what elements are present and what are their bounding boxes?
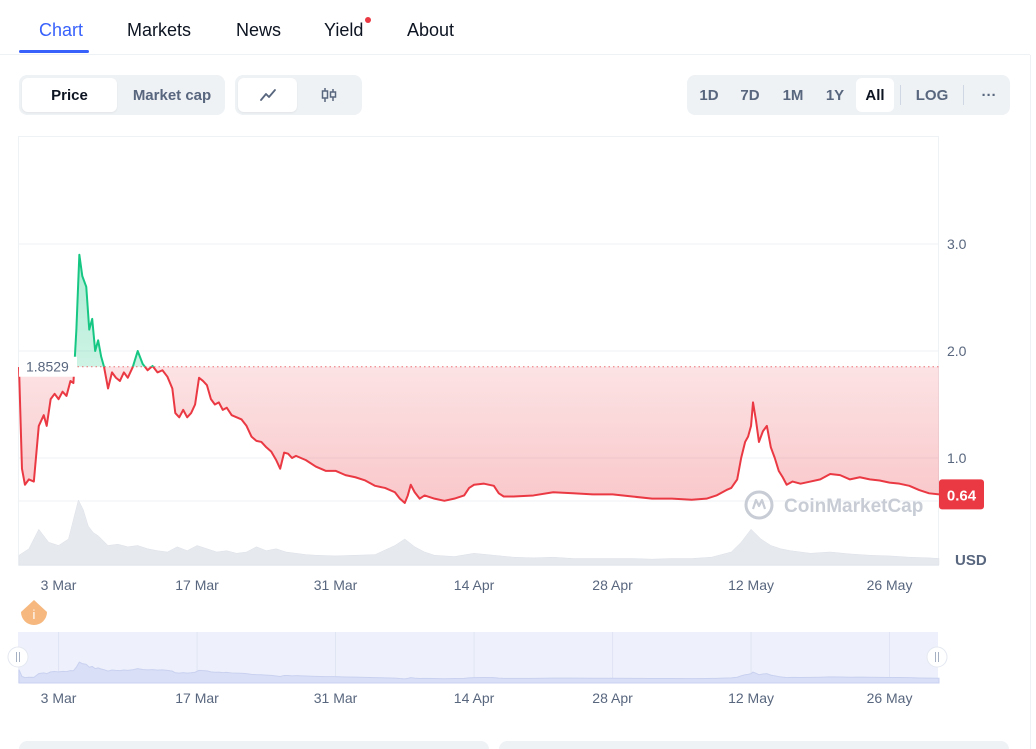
navigator-x-tick-label: 3 Mar (41, 690, 77, 706)
more-options-button[interactable]: ··· (970, 78, 1008, 112)
y-tick-label: 2.0 (947, 343, 967, 359)
x-tick-label: 14 Apr (454, 577, 495, 593)
range-1d-button[interactable]: 1D (689, 78, 729, 112)
x-tick-label: 3 Mar (41, 577, 77, 593)
navigator-x-tick-label: 12 May (728, 690, 774, 706)
notification-dot (365, 17, 372, 23)
x-tick-label: 31 Mar (314, 577, 358, 593)
price-chart: CoinMarketCap 3.0 2.0 1.0 USD 1.8529 0.64 … (0, 130, 1036, 710)
candlestick-button[interactable] (299, 78, 359, 112)
left-handle-knob[interactable] (7, 646, 29, 668)
navigator-x-axis: 3 Mar 17 Mar 31 Mar 14 Apr 28 Apr 12 May 26 Ma… (41, 690, 913, 706)
navigator-x-tick-label: 28 Apr (592, 690, 633, 706)
navigator-x-tick-label: 17 Mar (175, 690, 219, 706)
right-handle-knob[interactable] (926, 646, 948, 668)
range-selector: 1D 7D 1M 1Y All LOG ··· (687, 75, 1010, 115)
chart-canvas: CoinMarketCap 3.02.01.0 USD 1.8529 0.64 … (7, 136, 987, 706)
range-all-button[interactable]: All (856, 78, 894, 112)
y-axis: 3.0 2.0 1.0 (947, 236, 967, 466)
navigator-right-handle[interactable] (926, 646, 948, 668)
line-chart-button[interactable] (238, 78, 297, 112)
bottom-card-left (19, 741, 489, 749)
navigator-x-tick-label: 31 Mar (314, 690, 358, 706)
market-cap-button[interactable]: Market cap (122, 78, 222, 112)
reference-price-text: 1.8529 (26, 359, 69, 375)
range-1y-button[interactable]: 1Y (815, 78, 855, 112)
tab-markets[interactable]: Markets (127, 20, 191, 41)
currency-label: USD (955, 552, 987, 569)
panel-border (1030, 55, 1031, 749)
candlestick-icon (321, 88, 337, 102)
range-navigator[interactable] (7, 632, 948, 684)
line-chart-icon (259, 89, 276, 101)
price-button[interactable]: Price (22, 78, 117, 112)
info-marker[interactable]: i (21, 600, 47, 625)
range-7d-button[interactable]: 7D (730, 78, 770, 112)
reference-price-label: 1.8529 (19, 356, 77, 377)
watermark-text: CoinMarketCap (784, 496, 923, 517)
navigator-x-tick-label: 14 Apr (454, 690, 495, 706)
tab-chart[interactable]: Chart (39, 20, 83, 41)
chart-type-toggle (235, 75, 362, 115)
price-areas (19, 254, 939, 503)
watermark: CoinMarketCap (744, 490, 923, 520)
x-tick-label: 17 Mar (175, 577, 219, 593)
current-price-value: 0.64 (947, 487, 977, 504)
navigator-left-handle[interactable] (7, 646, 29, 668)
price-area-below (19, 366, 939, 503)
log-scale-button[interactable]: LOG (907, 78, 957, 112)
info-icon: i (33, 607, 36, 622)
y-tick-label: 1.0 (947, 450, 967, 466)
x-tick-label: 12 May (728, 577, 774, 593)
tab-yield[interactable]: Yield (324, 17, 372, 41)
metric-toggle: Price Market cap (19, 75, 225, 115)
range-1m-button[interactable]: 1M (772, 78, 814, 112)
y-tick-label: 3.0 (947, 236, 967, 252)
active-tab-indicator (19, 50, 89, 53)
tab-about[interactable]: About (407, 20, 454, 41)
x-tick-label: 26 May (867, 577, 913, 593)
divider (963, 85, 964, 105)
bottom-card-right (499, 741, 1009, 749)
tab-bar: Chart Markets News Yield About (0, 0, 1030, 55)
current-price-badge: 0.64 (939, 479, 984, 510)
tab-yield-label: Yield (324, 20, 364, 40)
tab-news[interactable]: News (236, 20, 281, 41)
x-axis: 3 Mar 17 Mar 31 Mar 14 Apr 28 Apr 12 May 26 Ma… (41, 577, 913, 593)
x-tick-label: 28 Apr (592, 577, 633, 593)
navigator-x-tick-label: 26 May (867, 690, 913, 706)
divider (900, 85, 901, 105)
